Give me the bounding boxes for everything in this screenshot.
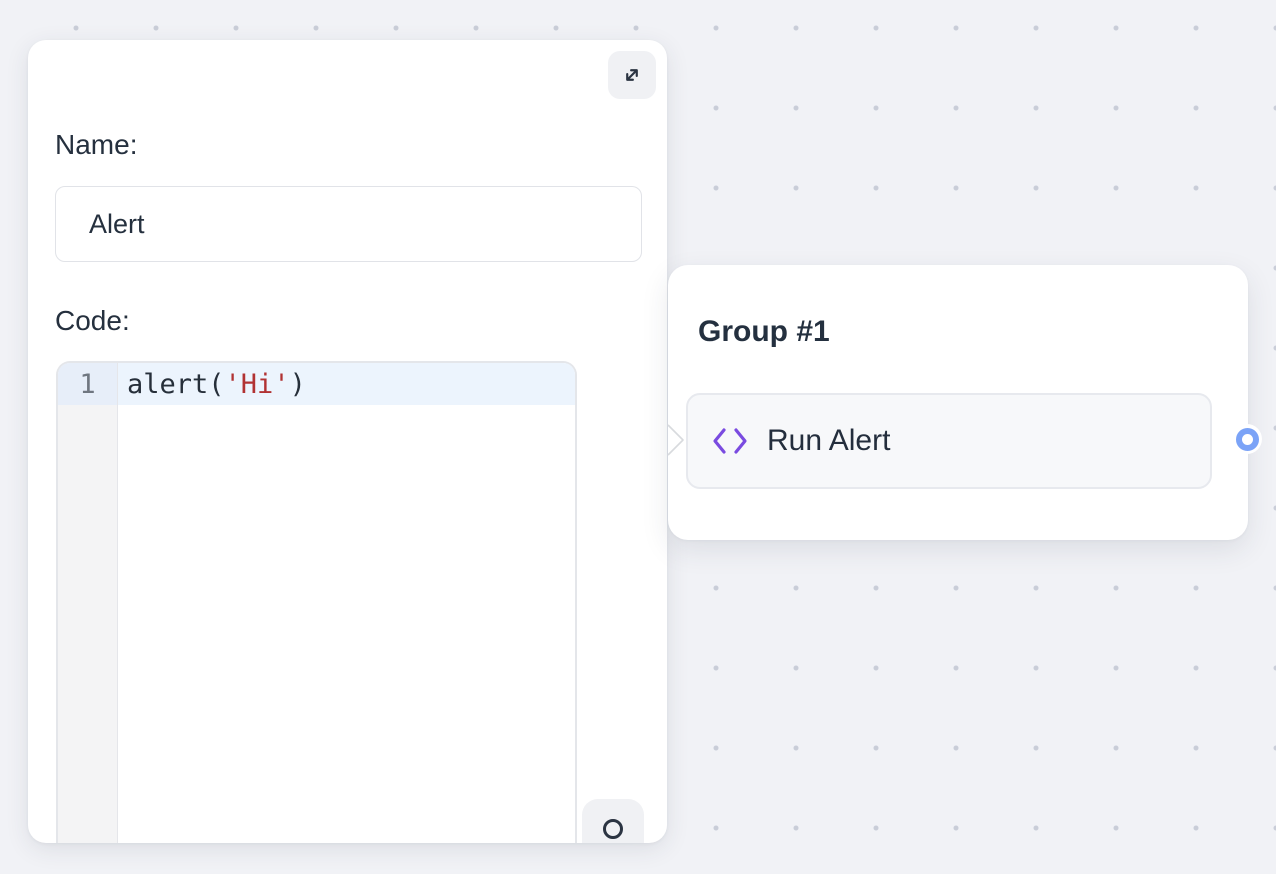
line-number: 1 [58, 363, 117, 405]
code-editor-gutter: 1 [58, 363, 118, 843]
code-editor[interactable]: 1 alert('Hi') [56, 361, 577, 843]
name-input[interactable] [55, 186, 642, 262]
group-node-card[interactable]: Group #1 Run Alert [668, 265, 1248, 540]
node-run-alert[interactable]: Run Alert [686, 393, 1212, 489]
name-field-label: Name: [55, 128, 137, 162]
input-socket-chevron[interactable] [667, 423, 685, 457]
code-field-label: Code: [55, 304, 130, 338]
code-editor-content[interactable]: alert('Hi') [118, 363, 575, 843]
expand-diagonal-arrows-icon [619, 62, 645, 88]
output-handle-ring [1236, 428, 1259, 451]
node-label: Run Alert [767, 424, 890, 458]
output-handle-circle[interactable] [1232, 424, 1262, 454]
code-token-fn: alert( [127, 369, 225, 400]
code-angle-brackets-icon [712, 427, 748, 455]
expand-button[interactable] [608, 51, 656, 99]
person-outline-icon [593, 816, 633, 843]
node-editor-panel: Name: Code: 1 alert('Hi') [28, 40, 667, 843]
code-line-1: alert('Hi') [118, 363, 575, 405]
group-title: Group #1 [698, 315, 830, 349]
code-token-close: ) [290, 369, 306, 400]
code-token-string: 'Hi' [225, 369, 290, 400]
avatar-button[interactable] [582, 799, 644, 843]
